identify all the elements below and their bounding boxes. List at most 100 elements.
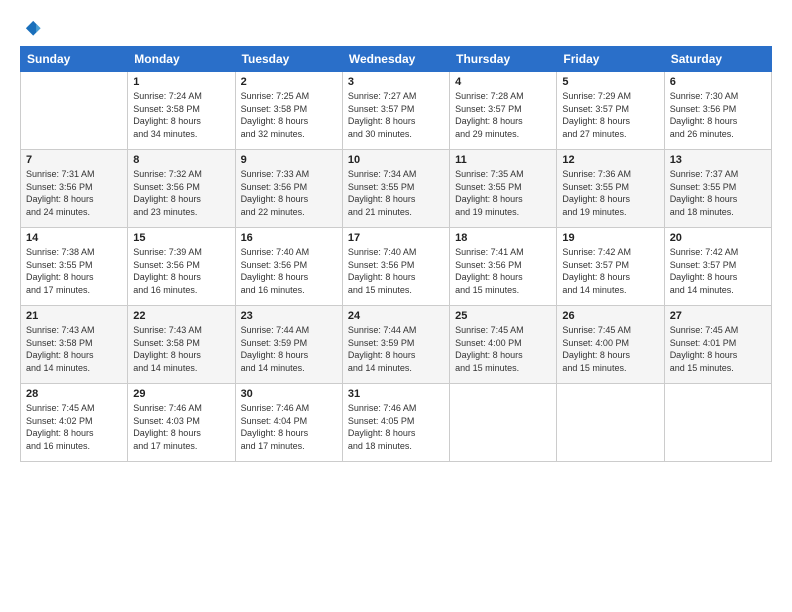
- day-info: Sunrise: 7:28 AM Sunset: 3:57 PM Dayligh…: [455, 90, 551, 140]
- calendar-week-5: 28 Sunrise: 7:45 AM Sunset: 4:02 PM Dayli…: [21, 384, 772, 462]
- day-info: Sunrise: 7:31 AM Sunset: 3:56 PM Dayligh…: [26, 168, 122, 218]
- day-number: 21: [26, 310, 122, 322]
- calendar-cell: 30Sunrise: 7:46 AM Sunset: 4:04 PM Dayli…: [235, 384, 342, 462]
- day-info: Sunrise: 7:38 AM Sunset: 3:55 PM Dayligh…: [26, 246, 122, 296]
- day-number: 22: [133, 310, 229, 322]
- calendar-cell: 1 Sunrise: 7:24 AM Sunset: 3:58 PM Daylig…: [128, 72, 235, 150]
- calendar-cell: 17 Sunrise: 7:40 AM Sunset: 3:56 PM Dayli…: [342, 228, 449, 306]
- day-info: Sunrise: 7:35 AM Sunset: 3:55 PM Dayligh…: [455, 168, 551, 218]
- day-info: Sunrise: 7:27 AM Sunset: 3:57 PM Dayligh…: [348, 90, 444, 140]
- calendar-cell: 15 Sunrise: 7:39 AM Sunset: 3:56 PM Dayli…: [128, 228, 235, 306]
- day-info: Sunrise: 7:45 AM Sunset: 4:02 PM Dayligh…: [26, 402, 122, 452]
- weekday-header-wednesday: Wednesday: [342, 47, 449, 72]
- day-info: Sunrise: 7:32 AM Sunset: 3:56 PM Dayligh…: [133, 168, 229, 218]
- day-number: 11: [455, 154, 551, 166]
- weekday-header-thursday: Thursday: [450, 47, 557, 72]
- day-number: 6: [670, 76, 766, 88]
- day-number: 5: [562, 76, 658, 88]
- page: SundayMondayTuesdayWednesdayThursdayFrid…: [0, 0, 792, 612]
- calendar-table: SundayMondayTuesdayWednesdayThursdayFrid…: [20, 46, 772, 462]
- calendar-cell: 11 Sunrise: 7:35 AM Sunset: 3:55 PM Dayli…: [450, 150, 557, 228]
- calendar-cell: 22 Sunrise: 7:43 AM Sunset: 3:58 PM Dayli…: [128, 306, 235, 384]
- day-info: Sunrise: 7:45 AM Sunset: 4:00 PM Dayligh…: [455, 324, 551, 374]
- weekday-header-row: SundayMondayTuesdayWednesdayThursdayFrid…: [21, 47, 772, 72]
- day-info: Sunrise: 7:44 AM Sunset: 3:59 PM Dayligh…: [241, 324, 337, 374]
- day-info: Sunrise: 7:33 AM Sunset: 3:56 PM Dayligh…: [241, 168, 337, 218]
- calendar-cell: 24Sunrise: 7:44 AM Sunset: 3:59 PM Dayli…: [342, 306, 449, 384]
- calendar-cell: 13 Sunrise: 7:37 AM Sunset: 3:55 PM Dayli…: [664, 150, 771, 228]
- day-number: 20: [670, 232, 766, 244]
- day-info: Sunrise: 7:43 AM Sunset: 3:58 PM Dayligh…: [133, 324, 229, 374]
- day-number: 17: [348, 232, 444, 244]
- weekday-header-monday: Monday: [128, 47, 235, 72]
- calendar-cell: 26Sunrise: 7:45 AM Sunset: 4:00 PM Dayli…: [557, 306, 664, 384]
- day-info: Sunrise: 7:39 AM Sunset: 3:56 PM Dayligh…: [133, 246, 229, 296]
- day-info: Sunrise: 7:46 AM Sunset: 4:05 PM Dayligh…: [348, 402, 444, 452]
- day-number: 13: [670, 154, 766, 166]
- day-number: 24: [348, 310, 444, 322]
- day-number: 9: [241, 154, 337, 166]
- day-number: 28: [26, 388, 122, 400]
- calendar-cell: 19Sunrise: 7:42 AM Sunset: 3:57 PM Dayli…: [557, 228, 664, 306]
- day-info: Sunrise: 7:45 AM Sunset: 4:00 PM Dayligh…: [562, 324, 658, 374]
- calendar-cell: 29Sunrise: 7:46 AM Sunset: 4:03 PM Dayli…: [128, 384, 235, 462]
- calendar-cell: [21, 72, 128, 150]
- day-number: 23: [241, 310, 337, 322]
- logo: [20, 18, 46, 40]
- day-number: 10: [348, 154, 444, 166]
- calendar-week-3: 14 Sunrise: 7:38 AM Sunset: 3:55 PM Dayli…: [21, 228, 772, 306]
- day-info: Sunrise: 7:42 AM Sunset: 3:57 PM Dayligh…: [562, 246, 658, 296]
- calendar-cell: 25Sunrise: 7:45 AM Sunset: 4:00 PM Dayli…: [450, 306, 557, 384]
- calendar-cell: 18Sunrise: 7:41 AM Sunset: 3:56 PM Dayli…: [450, 228, 557, 306]
- day-info: Sunrise: 7:40 AM Sunset: 3:56 PM Dayligh…: [241, 246, 337, 296]
- calendar-week-4: 21 Sunrise: 7:43 AM Sunset: 3:58 PM Dayli…: [21, 306, 772, 384]
- day-number: 16: [241, 232, 337, 244]
- calendar-cell: 31 Sunrise: 7:46 AM Sunset: 4:05 PM Dayli…: [342, 384, 449, 462]
- day-info: Sunrise: 7:25 AM Sunset: 3:58 PM Dayligh…: [241, 90, 337, 140]
- calendar-cell: [450, 384, 557, 462]
- day-number: 15: [133, 232, 229, 244]
- day-info: Sunrise: 7:30 AM Sunset: 3:56 PM Dayligh…: [670, 90, 766, 140]
- day-info: Sunrise: 7:37 AM Sunset: 3:55 PM Dayligh…: [670, 168, 766, 218]
- day-info: Sunrise: 7:45 AM Sunset: 4:01 PM Dayligh…: [670, 324, 766, 374]
- calendar-cell: 9 Sunrise: 7:33 AM Sunset: 3:56 PM Daylig…: [235, 150, 342, 228]
- calendar-cell: 20 Sunrise: 7:42 AM Sunset: 3:57 PM Dayli…: [664, 228, 771, 306]
- day-number: 7: [26, 154, 122, 166]
- calendar-cell: [557, 384, 664, 462]
- day-number: 31: [348, 388, 444, 400]
- calendar-cell: 7 Sunrise: 7:31 AM Sunset: 3:56 PM Daylig…: [21, 150, 128, 228]
- calendar-cell: 12 Sunrise: 7:36 AM Sunset: 3:55 PM Dayli…: [557, 150, 664, 228]
- calendar-cell: 2Sunrise: 7:25 AM Sunset: 3:58 PM Daylig…: [235, 72, 342, 150]
- calendar-cell: 27Sunrise: 7:45 AM Sunset: 4:01 PM Dayli…: [664, 306, 771, 384]
- weekday-header-sunday: Sunday: [21, 47, 128, 72]
- calendar-cell: 5Sunrise: 7:29 AM Sunset: 3:57 PM Daylig…: [557, 72, 664, 150]
- day-info: Sunrise: 7:34 AM Sunset: 3:55 PM Dayligh…: [348, 168, 444, 218]
- calendar-cell: 4 Sunrise: 7:28 AM Sunset: 3:57 PM Daylig…: [450, 72, 557, 150]
- day-number: 12: [562, 154, 658, 166]
- calendar-cell: 28 Sunrise: 7:45 AM Sunset: 4:02 PM Dayli…: [21, 384, 128, 462]
- calendar-cell: 10 Sunrise: 7:34 AM Sunset: 3:55 PM Dayli…: [342, 150, 449, 228]
- day-info: Sunrise: 7:40 AM Sunset: 3:56 PM Dayligh…: [348, 246, 444, 296]
- calendar-cell: 8 Sunrise: 7:32 AM Sunset: 3:56 PM Daylig…: [128, 150, 235, 228]
- calendar-week-2: 7 Sunrise: 7:31 AM Sunset: 3:56 PM Daylig…: [21, 150, 772, 228]
- calendar-week-1: 1 Sunrise: 7:24 AM Sunset: 3:58 PM Daylig…: [21, 72, 772, 150]
- day-info: Sunrise: 7:43 AM Sunset: 3:58 PM Dayligh…: [26, 324, 122, 374]
- day-number: 18: [455, 232, 551, 244]
- header: [20, 18, 772, 40]
- calendar-cell: 16 Sunrise: 7:40 AM Sunset: 3:56 PM Dayli…: [235, 228, 342, 306]
- weekday-header-friday: Friday: [557, 47, 664, 72]
- calendar-cell: 6 Sunrise: 7:30 AM Sunset: 3:56 PM Daylig…: [664, 72, 771, 150]
- calendar-cell: [664, 384, 771, 462]
- day-number: 1: [133, 76, 229, 88]
- day-number: 3: [348, 76, 444, 88]
- day-number: 8: [133, 154, 229, 166]
- calendar-cell: 3 Sunrise: 7:27 AM Sunset: 3:57 PM Daylig…: [342, 72, 449, 150]
- day-info: Sunrise: 7:42 AM Sunset: 3:57 PM Dayligh…: [670, 246, 766, 296]
- day-number: 4: [455, 76, 551, 88]
- day-number: 30: [241, 388, 337, 400]
- day-info: Sunrise: 7:24 AM Sunset: 3:58 PM Dayligh…: [133, 90, 229, 140]
- day-info: Sunrise: 7:36 AM Sunset: 3:55 PM Dayligh…: [562, 168, 658, 218]
- day-number: 14: [26, 232, 122, 244]
- weekday-header-tuesday: Tuesday: [235, 47, 342, 72]
- day-info: Sunrise: 7:46 AM Sunset: 4:03 PM Dayligh…: [133, 402, 229, 452]
